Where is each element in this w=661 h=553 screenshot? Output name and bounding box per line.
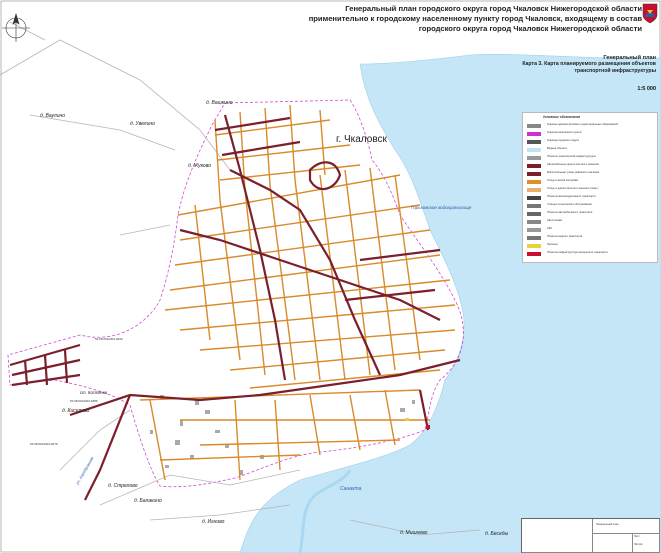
legend-label: Граница городского округа [547,139,579,142]
label-uvelino: д. Увелино [130,121,155,127]
title-line-3: городского округа город Чкаловск Нижегор… [418,24,642,34]
legend-swatch [527,212,541,216]
label-cad2: 52:08:0010304:1886 [70,399,98,403]
legend-label: Объекты автомобильного транспорта [547,211,593,214]
legend-label: Улицы в жилой застройке [547,179,579,182]
map-scale: 1:5 000 [637,86,656,92]
legend-swatch [527,252,541,256]
legend-swatch [527,204,541,208]
legend-label: Водные объекты [547,147,568,150]
drawing-stamp: Генеральный план Лист Листов [521,518,660,553]
legend-label: АЗС [547,227,553,230]
legend-label: Магистральные улицы районного значения [547,171,600,174]
legend-item: Границы административно-территориальных … [527,123,655,130]
legend-item: Объекты водного транспорта [527,235,655,242]
map-legend: Условные обозначения Границы администрат… [522,112,658,263]
legend-item: Граница населенного пункта [527,131,655,138]
legend-item: Автостоянки [527,219,655,226]
legend-swatch [527,180,541,184]
legend-label: Граница населенного пункта [547,131,582,134]
legend-item: Магистральные улицы районного значения [527,171,655,178]
title-line-2: применительно к городскому населенному п… [308,14,642,24]
label-cad1: 52:08:0010304:4000 [95,337,123,341]
coat-of-arms-icon [642,3,658,24]
legend-swatch [527,132,541,136]
legend-label: Объекты транспортной инфраструктуры [547,155,596,158]
legend-swatch [527,156,541,160]
legend-swatch [527,188,541,192]
legend-swatch [527,172,541,176]
legend-swatch [527,220,541,224]
stamp-sheets: Листов [634,543,643,546]
legend-item: Водные объекты [527,147,655,154]
label-vashkino: д. Вашкино [206,100,233,106]
label-kiselevo: д. Киселево [62,408,89,414]
label-kostyanka: ст. Костянка [80,390,108,395]
label-cad3: 52:08:0010304:4079 [30,442,58,446]
legend-label: Улицы и дороги местного значения (план.) [547,187,599,190]
label-balakino: д. Балакино [134,498,162,504]
legend-item: Объекты автомобильного транспорта [527,211,655,218]
legend-label: Границы административно-территориальных … [547,123,618,126]
title-line-1: Генеральный план городского округа город… [345,4,642,13]
legend-label: Объекты железнодорожного транспорта [547,195,596,198]
legend-swatch [527,124,541,128]
label-zhukovo: д. Жуково [188,163,211,169]
legend-label: Объекты инфраструктуры воздушного трансп… [547,251,608,254]
label-river: Санахта [340,486,362,492]
stamp-sheet: Лист [634,535,640,538]
legend-swatch [527,244,541,248]
legend-swatch [527,196,541,200]
legend-item: Объекты железнодорожного транспорта [527,195,655,202]
label-reservoir: Горьковское водохранилище [411,205,472,210]
label-vaulino: д. Ваулино [40,113,65,119]
legend-label: Объекты водного транспорта [547,235,583,238]
legend-item: Причалы [527,243,655,250]
legend-swatch [527,140,541,144]
transport-map[interactable]: д. Вашкино д. Ваулино д. Увелино д. Жуко… [0,0,661,553]
legend-item: Граница городского округа [527,139,655,146]
label-ignovo: д. Игново [202,519,225,525]
legend-swatch [527,148,541,152]
legend-item: Улицы в жилой застройке [527,179,655,186]
legend-swatch [527,228,541,232]
legend-item: АЗС [527,227,655,234]
legend-swatch [527,164,541,168]
legend-item: Станции технического обслуживания [527,203,655,210]
legend-label: Автомобильные дороги местного значения [547,163,599,166]
label-mishino: д. Мишнево [400,530,428,536]
legend-label: Автостоянки [547,219,562,222]
label-strelovo: д. Стрелово [108,483,138,489]
pier-marker [405,418,409,421]
map-subtitle: Генеральный план Карта 3. Карта планируе… [470,55,656,74]
label-city: г. Чкаловск [336,134,388,145]
stamp-org: Генеральный план [596,523,619,526]
label-besedy: д. Беседы [485,531,509,537]
legend-header: Условные обозначения [543,115,581,119]
legend-item: Улицы и дороги местного значения (план.) [527,187,655,194]
airfield-marker [426,425,430,429]
legend-item: Объекты инфраструктуры воздушного трансп… [527,251,655,258]
legend-label: Станции технического обслуживания [547,203,592,206]
subtitle-line-3: транспортной инфраструктуры [574,67,657,74]
legend-swatch [527,236,541,240]
map-sheet: д. Вашкино д. Ваулино д. Увелино д. Жуко… [0,0,661,553]
legend-item: Автомобильные дороги местного значения [527,163,655,170]
legend-item: Объекты транспортной инфраструктуры [527,155,655,162]
map-title: Генеральный план городского округа город… [270,4,642,35]
legend-label: Причалы [547,243,558,246]
